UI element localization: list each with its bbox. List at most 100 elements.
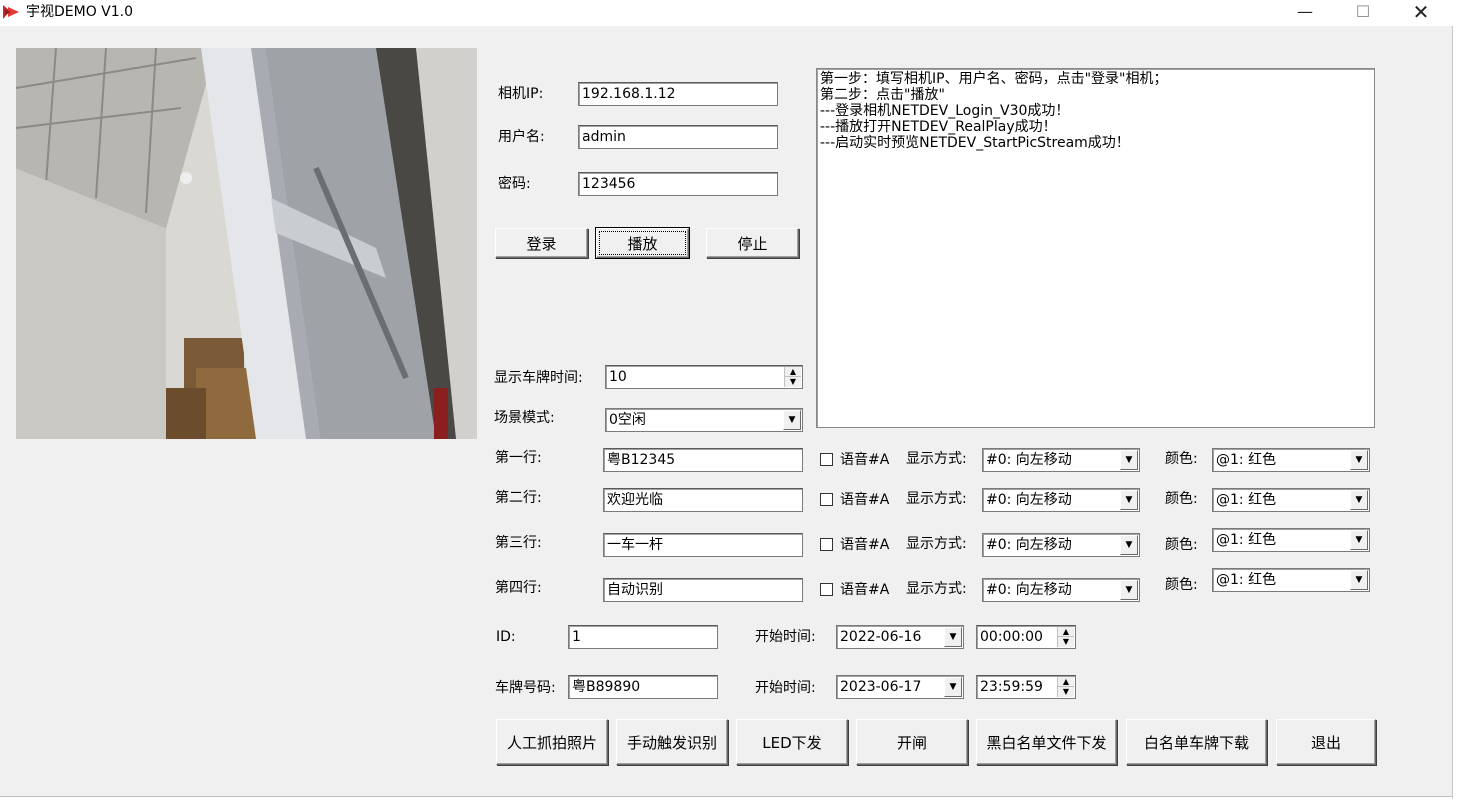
blackwhite-list-send-button[interactable]: 黑白名单文件下发	[976, 719, 1117, 765]
start-time-2-spinner[interactable]: ▲ ▼	[1057, 677, 1074, 697]
row2-color-label: 颜色:	[1165, 491, 1198, 507]
play-button[interactable]: 播放	[596, 228, 689, 258]
start-time-2-value: 23:59:59	[980, 679, 1043, 695]
id-label: ID:	[496, 629, 516, 645]
row4-color-value: @1: 红色	[1216, 572, 1277, 588]
row4-color-select[interactable]: @1: 红色 ▼	[1212, 568, 1370, 592]
row2-color-value: @1: 红色	[1216, 492, 1277, 508]
row2-voice-label: 语音#A	[840, 492, 890, 508]
spin-up-icon[interactable]: ▲	[1058, 627, 1074, 637]
log-line: ---启动实时预览NETDEV_StartPicStream成功！	[820, 135, 1130, 151]
row4-mode-select[interactable]: #0: 向左移动 ▼	[982, 578, 1140, 602]
row4-text-input[interactable]: 自动识别	[603, 578, 803, 602]
start-date-2-value: 2023-06-17	[840, 679, 922, 695]
manual-trigger-button[interactable]: 手动触发识别	[616, 719, 728, 765]
login-button[interactable]: 登录	[495, 228, 588, 258]
exit-button[interactable]: 退出	[1276, 719, 1376, 765]
row3-color-value: @1: 红色	[1216, 532, 1277, 548]
display-time-spinbox[interactable]: 10 ▲ ▼	[605, 365, 803, 389]
row3-mode-select[interactable]: #0: 向左移动 ▼	[982, 533, 1140, 557]
start-time-1-spinner[interactable]: ▲ ▼	[1057, 627, 1074, 647]
dropdown-arrow-icon[interactable]: ▼	[783, 410, 801, 430]
start-date-2-picker[interactable]: 2023-06-17 ▼	[836, 675, 964, 699]
dropdown-arrow-icon[interactable]: ▼	[1350, 450, 1368, 470]
display-time-label: 显示车牌时间:	[494, 370, 583, 386]
open-gate-button[interactable]: 开闸	[856, 719, 968, 765]
whitelist-download-button[interactable]: 白名单车牌下载	[1126, 719, 1267, 765]
row2-mode-value: #0: 向左移动	[986, 492, 1072, 508]
row2-mode-select[interactable]: #0: 向左移动 ▼	[982, 488, 1140, 512]
maximize-button[interactable]: ☐	[1340, 0, 1386, 26]
row2-label: 第二行:	[495, 490, 542, 506]
dropdown-arrow-icon[interactable]: ▼	[944, 627, 962, 647]
row3-text-input[interactable]: 一车一杆	[603, 533, 803, 557]
camera-frame-image	[16, 48, 477, 439]
row4-mode-label: 显示方式:	[906, 581, 967, 597]
row1-mode-select[interactable]: #0: 向左移动 ▼	[982, 448, 1140, 472]
dropdown-arrow-icon[interactable]: ▼	[1120, 490, 1138, 510]
minimize-button[interactable]: —	[1282, 0, 1328, 26]
dropdown-arrow-icon[interactable]: ▼	[1120, 580, 1138, 600]
close-button[interactable]: ✕	[1398, 0, 1444, 26]
row4-voice-checkbox[interactable]	[820, 583, 833, 596]
manual-capture-button[interactable]: 人工抓拍照片	[496, 719, 608, 765]
display-time-value: 10	[609, 369, 627, 385]
log-line: ---登录相机NETDEV_Login_V30成功！	[820, 103, 1070, 119]
plate-number-input[interactable]: 粤B89890	[568, 675, 718, 699]
spin-down-icon[interactable]: ▼	[1058, 687, 1074, 697]
row2-color-select[interactable]: @1: 红色 ▼	[1212, 488, 1370, 512]
start-time-2-spinbox[interactable]: 23:59:59 ▲ ▼	[976, 675, 1076, 699]
row2-voice-checkbox[interactable]	[820, 493, 833, 506]
dropdown-arrow-icon[interactable]: ▼	[944, 677, 962, 697]
spin-down-icon[interactable]: ▼	[785, 377, 801, 387]
row3-mode-label: 显示方式:	[906, 536, 967, 552]
log-textarea[interactable]: 第一步：填写相机IP、用户名、密码，点击"登录"相机； 第二步：点击"播放" -…	[816, 68, 1375, 428]
dropdown-arrow-icon[interactable]: ▼	[1120, 450, 1138, 470]
row2-mode-label: 显示方式:	[906, 491, 967, 507]
row1-color-value: @1: 红色	[1216, 452, 1277, 468]
start-time-1-label: 开始时间:	[755, 629, 816, 645]
dropdown-arrow-icon[interactable]: ▼	[1350, 570, 1368, 590]
password-label: 密码:	[498, 176, 531, 192]
row1-voice-checkbox[interactable]	[820, 453, 833, 466]
row2-text-input[interactable]: 欢迎光临	[603, 488, 803, 512]
row1-text-input[interactable]: 粤B12345	[603, 448, 803, 472]
dropdown-arrow-icon[interactable]: ▼	[1350, 530, 1368, 550]
start-date-1-value: 2022-06-16	[840, 629, 922, 645]
scene-mode-value: 0空闲	[609, 412, 646, 428]
display-time-spinner[interactable]: ▲ ▼	[784, 367, 801, 387]
spin-down-icon[interactable]: ▼	[1058, 637, 1074, 647]
stop-button[interactable]: 停止	[706, 228, 799, 258]
log-line: 第一步：填写相机IP、用户名、密码，点击"登录"相机；	[820, 71, 1168, 87]
start-time-2-label: 开始时间:	[755, 680, 816, 696]
password-input[interactable]: 123456	[578, 172, 778, 196]
window-edge	[1452, 26, 1458, 799]
row4-mode-value: #0: 向左移动	[986, 582, 1072, 598]
start-date-1-picker[interactable]: 2022-06-16 ▼	[836, 625, 964, 649]
spin-up-icon[interactable]: ▲	[785, 367, 801, 377]
row3-color-select[interactable]: @1: 红色 ▼	[1212, 528, 1370, 552]
scene-mode-label: 场景模式:	[494, 410, 555, 426]
start-time-1-value: 00:00:00	[980, 629, 1043, 645]
row3-voice-checkbox[interactable]	[820, 538, 833, 551]
username-input[interactable]: admin	[578, 125, 778, 149]
camera-ip-input[interactable]: 192.168.1.12	[578, 82, 778, 106]
scene-mode-select[interactable]: 0空闲 ▼	[605, 408, 803, 432]
row1-voice-label: 语音#A	[840, 452, 890, 468]
row1-color-select[interactable]: @1: 红色 ▼	[1212, 448, 1370, 472]
dropdown-arrow-icon[interactable]: ▼	[1350, 490, 1368, 510]
row4-voice-label: 语音#A	[840, 582, 890, 598]
video-preview	[16, 48, 477, 439]
app-logo-icon	[3, 5, 19, 19]
start-time-1-spinbox[interactable]: 00:00:00 ▲ ▼	[976, 625, 1076, 649]
title-bar: 宇视DEMO V1.0 — ☐ ✕	[0, 0, 1458, 26]
spin-up-icon[interactable]: ▲	[1058, 677, 1074, 687]
window-title: 宇视DEMO V1.0	[26, 4, 134, 20]
id-input[interactable]: 1	[568, 625, 718, 649]
plate-number-label: 车牌号码:	[495, 680, 556, 696]
dropdown-arrow-icon[interactable]: ▼	[1120, 535, 1138, 555]
log-line: 第二步：点击"播放"	[820, 87, 945, 103]
led-send-button[interactable]: LED下发	[736, 719, 848, 765]
username-label: 用户名:	[498, 129, 545, 145]
row4-color-label: 颜色:	[1165, 577, 1198, 593]
